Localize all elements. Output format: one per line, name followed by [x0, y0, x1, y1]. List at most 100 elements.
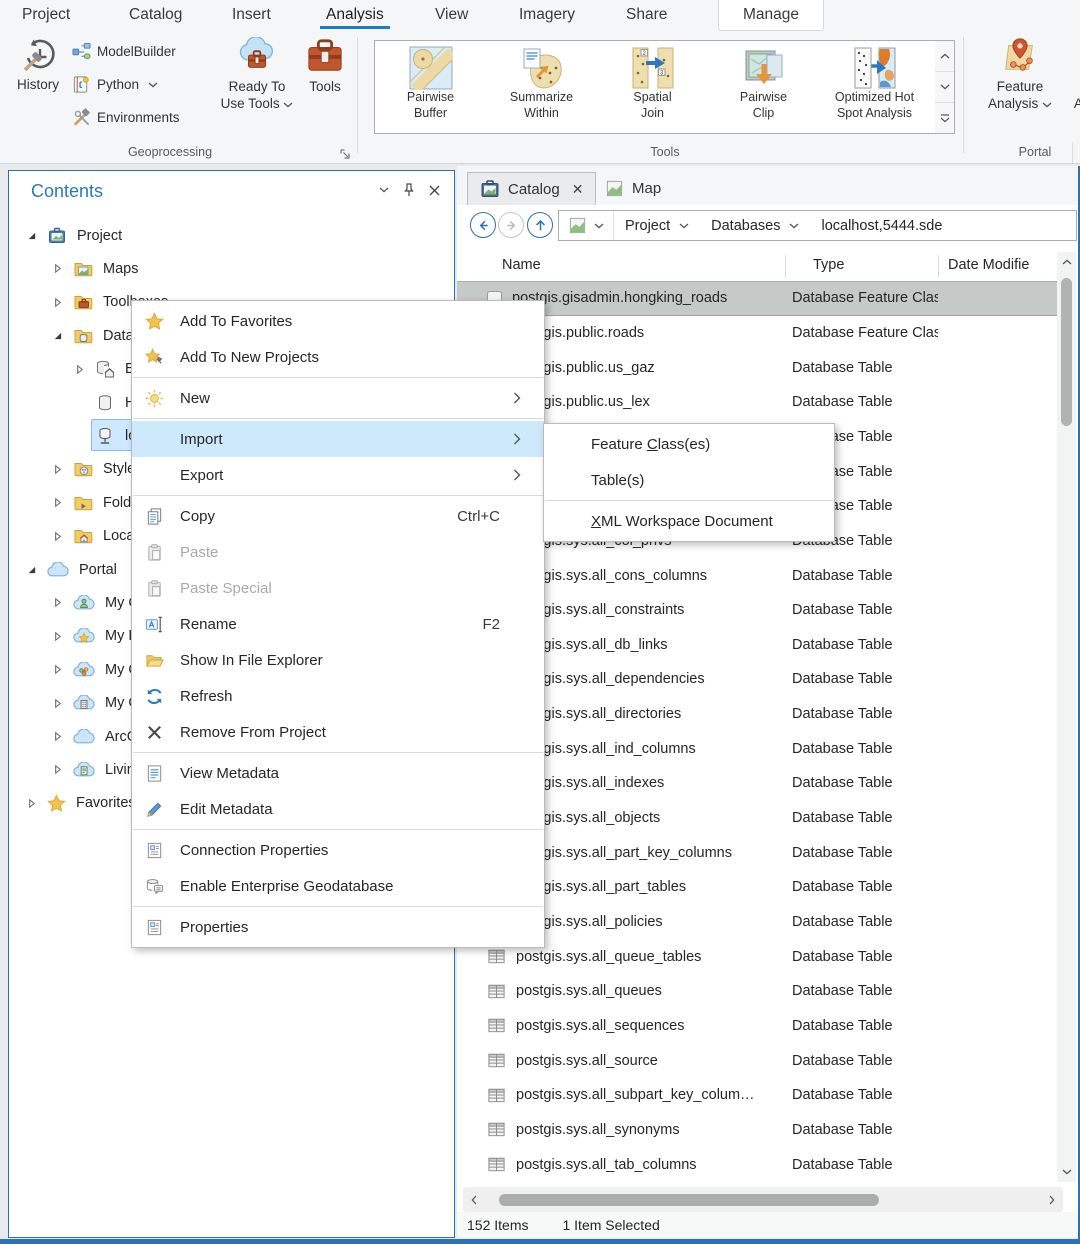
expander-closed-icon[interactable] — [51, 497, 63, 508]
menu-item-new[interactable]: New — [132, 380, 544, 416]
ribbon-tab-share[interactable]: Share — [622, 0, 671, 30]
gallery-tool-pairwise-buffer[interactable]: Pairwise Buffer — [375, 41, 486, 133]
menu-item-export[interactable]: Export — [132, 457, 544, 493]
location-combo[interactable] — [559, 211, 614, 240]
ribbon-tab-view[interactable]: View — [431, 0, 472, 30]
gallery-tool-summarize-within[interactable]: Summarize Within — [486, 41, 597, 133]
chevron-left-icon[interactable] — [471, 1195, 477, 1205]
table-row-postgis-public-us-gaz[interactable]: postgis.public.us_gaz Database Table — [457, 350, 1057, 385]
expander-open-icon[interactable] — [25, 564, 37, 575]
horizontal-scrollbar[interactable] — [463, 1187, 1063, 1212]
expander-closed-icon[interactable] — [73, 364, 85, 375]
column-header-type[interactable]: Type — [813, 257, 844, 273]
tab-map[interactable]: Map — [593, 172, 673, 205]
expander-closed-icon[interactable] — [51, 263, 63, 274]
table-row-postgis-sys-all-synonyms[interactable]: postgis.sys.all_synonyms Database Table — [457, 1113, 1057, 1148]
expander-closed-icon[interactable] — [51, 664, 63, 675]
python-button[interactable]: Python — [72, 75, 158, 94]
table-row-postgis-sys-all-objects[interactable]: postgis.sys.all_objects Database Table — [457, 801, 1057, 836]
expander-closed-icon[interactable] — [25, 798, 37, 809]
dialog-launcher-icon[interactable] — [338, 147, 352, 161]
ribbon-tab-manage[interactable]: Manage — [718, 0, 824, 31]
submenu-item-table-s[interactable]: Table(s) — [544, 462, 834, 498]
column-header-name[interactable]: Name — [502, 257, 541, 273]
table-row-postgis-sys-all-queue-tables[interactable]: postgis.sys.all_queue_tables Database Ta… — [457, 939, 1057, 974]
menu-item-copy[interactable]: CopyCtrl+C — [132, 498, 544, 534]
menu-item-import[interactable]: Import — [132, 421, 544, 457]
vertical-scroll-thumb[interactable] — [1061, 278, 1072, 426]
menu-item-properties[interactable]: Properties — [132, 909, 544, 945]
table-row-postgis-sys-all-indexes[interactable]: postgis.sys.all_indexes Database Table — [457, 766, 1057, 801]
menu-item-rename[interactable]: RenameF2 — [132, 606, 544, 642]
expander-open-icon[interactable] — [25, 230, 37, 241]
table-row-postgis-sys-all-db-links[interactable]: postgis.sys.all_db_links Database Table — [457, 628, 1057, 663]
table-row-postgis-sys-all-source[interactable]: postgis.sys.all_source Database Table — [457, 1043, 1057, 1078]
menu-item-paste-special[interactable]: Paste Special — [132, 570, 544, 606]
submenu-item-xml-workspace-document[interactable]: XML Workspace Document — [544, 503, 834, 539]
expander-closed-icon[interactable] — [51, 297, 63, 308]
sidebar-item-el[interactable]: El — [73, 353, 138, 386]
sidebar-item-styles[interactable]: Styles — [51, 453, 143, 486]
expander-closed-icon[interactable] — [51, 631, 63, 642]
sidebar-item-maps[interactable]: Maps — [51, 252, 138, 285]
menu-item-enable-enterprise-geodatabase[interactable]: Enable Enterprise Geodatabase — [132, 868, 544, 904]
menu-item-add-to-favorites[interactable]: Add To Favorites — [132, 303, 544, 339]
ribbon-tab-catalog[interactable]: Catalog — [125, 0, 186, 30]
column-header-date-modified[interactable]: Date Modifie — [948, 257, 1029, 273]
back-button[interactable] — [470, 212, 496, 238]
gallery-scroll-up-button[interactable] — [935, 41, 954, 72]
table-row-postgis-sys-all-dependencies[interactable]: postgis.sys.all_dependencies Database Ta… — [457, 662, 1057, 697]
location-field[interactable]: Project Databases localhost,5444.sde — [558, 210, 1077, 241]
history-button[interactable]: History — [10, 37, 66, 93]
breadcrumb-project[interactable]: Project — [614, 218, 700, 234]
sidebar-item-h[interactable]: H — [73, 386, 135, 419]
tab-catalog[interactable]: Catalog ✕ — [467, 172, 596, 205]
tools-button[interactable]: Tools — [300, 37, 350, 95]
table-row-postgis-sys-all-cons-columns[interactable]: postgis.sys.all_cons_columns Database Ta… — [457, 558, 1057, 593]
close-icon[interactable] — [429, 183, 440, 197]
table-row-postgis-sys-all-directories[interactable]: postgis.sys.all_directories Database Tab… — [457, 697, 1057, 732]
expander-closed-icon[interactable] — [51, 597, 63, 608]
forward-button[interactable] — [498, 212, 524, 238]
table-row-postgis-sys-all-queues[interactable]: postgis.sys.all_queues Database Table — [457, 974, 1057, 1009]
close-icon[interactable]: ✕ — [572, 181, 584, 198]
ribbon-tab-insert[interactable]: Insert — [228, 0, 275, 30]
chevron-right-icon[interactable] — [1049, 1195, 1055, 1205]
menu-item-refresh[interactable]: Refresh — [132, 678, 544, 714]
ribbon-tab-project[interactable]: Project — [18, 0, 74, 30]
chevron-down-icon[interactable] — [379, 183, 389, 197]
menu-item-show-in-file-explorer[interactable]: Show In File Explorer — [132, 642, 544, 678]
gallery-tool-optimized-hot-spot-analysis[interactable]: Optimized Hot Spot Analysis — [819, 41, 930, 133]
sidebar-item-project[interactable]: Project — [25, 219, 122, 252]
menu-item-paste[interactable]: Paste — [132, 534, 544, 570]
sidebar-item-favorites[interactable]: Favorites — [25, 787, 136, 820]
expander-closed-icon[interactable] — [51, 464, 63, 475]
table-row-postgis-gisadmin-hongking-roads[interactable]: postgis.gisadmin.hongking_roads Database… — [457, 281, 1057, 316]
table-row-postgis-sys-all-part-key-columns[interactable]: postgis.sys.all_part_key_columns Databas… — [457, 835, 1057, 870]
modelbuilder-button[interactable]: ModelBuilder — [72, 42, 176, 61]
table-row-postgis-sys-all-tab-columns[interactable]: postgis.sys.all_tab_columns Database Tab… — [457, 1147, 1057, 1182]
pin-icon[interactable] — [403, 183, 415, 197]
table-row-postgis-sys-all-policies[interactable]: postgis.sys.all_policies Database Table — [457, 905, 1057, 940]
gallery-expand-button[interactable] — [935, 103, 954, 133]
ribbon-tab-imagery[interactable]: Imagery — [515, 0, 579, 30]
scroll-up-arrow[interactable] — [1057, 252, 1076, 272]
sidebar-item-portal[interactable]: Portal — [25, 553, 117, 586]
table-row-postgis-sys-all-constraints[interactable]: postgis.sys.all_constraints Database Tab… — [457, 593, 1057, 628]
ready-to-use-tools-button[interactable]: Ready To Use Tools — [216, 37, 298, 112]
table-row-postgis-public-roads[interactable]: postgis.public.roads Database Feature Cl… — [457, 316, 1057, 351]
horizontal-scroll-thumb[interactable] — [499, 1194, 879, 1206]
submenu-item-feature-class-es[interactable]: Feature Class(es) — [544, 426, 834, 462]
menu-item-edit-metadata[interactable]: Edit Metadata — [132, 791, 544, 827]
breadcrumb-databases[interactable]: Databases — [700, 218, 810, 234]
table-row-postgis-sys-all-sequences[interactable]: postgis.sys.all_sequences Database Table — [457, 1009, 1057, 1044]
breadcrumb-current[interactable]: localhost,5444.sde — [810, 218, 953, 234]
expander-open-icon[interactable] — [51, 330, 63, 341]
table-row-postgis-public-us-lex[interactable]: postgis.public.us_lex Database Table — [457, 385, 1057, 420]
table-row-postgis-sys-all-ind-columns[interactable]: postgis.sys.all_ind_columns Database Tab… — [457, 731, 1057, 766]
expander-closed-icon[interactable] — [51, 531, 63, 542]
expander-closed-icon[interactable] — [51, 698, 63, 709]
menu-item-connection-properties[interactable]: Connection Properties — [132, 832, 544, 868]
environments-button[interactable]: Environments — [72, 108, 180, 127]
gallery-tool-pairwise-clip[interactable]: Pairwise Clip — [708, 41, 819, 133]
